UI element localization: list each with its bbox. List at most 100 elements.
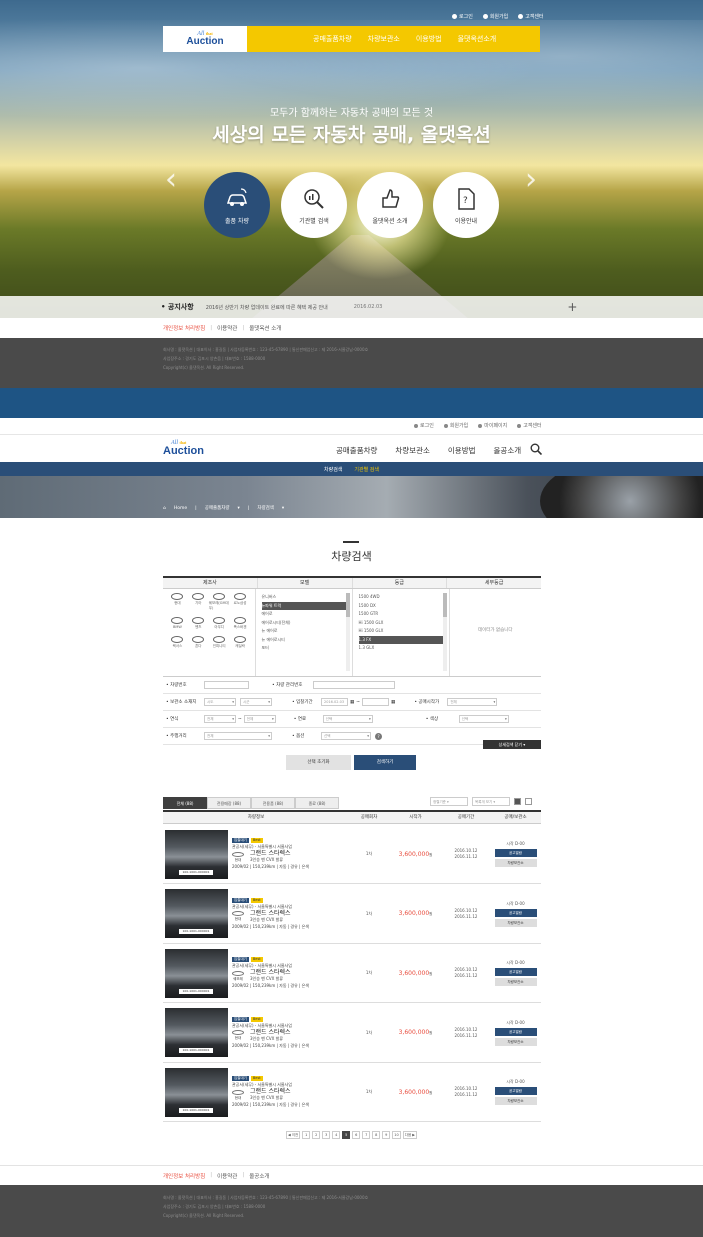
brand-item[interactable]: 아우디 <box>209 617 230 630</box>
brand-item[interactable]: 르노삼성 <box>230 593 251 611</box>
notice-link[interactable]: 2016년 상반기 차량 업데이트 완료에 따른 혜택 제공 안내 <box>206 304 328 311</box>
page-size-select[interactable]: 목록개 보기 ▾ <box>472 797 510 806</box>
page-number[interactable]: 5 <box>342 1131 351 1139</box>
model-option[interactable]: 에어로 <box>262 610 348 619</box>
calendar-icon[interactable]: ▦ <box>391 700 395 705</box>
notice-button[interactable]: 공고열람 <box>494 1087 537 1095</box>
menu-howto[interactable]: 이용방법 <box>448 445 476 456</box>
storage-sido-select[interactable]: 시도 <box>204 698 236 706</box>
storage-button[interactable]: 차량보관소 <box>494 1097 537 1105</box>
car-no-input[interactable] <box>204 681 249 689</box>
home-icon[interactable]: ⌂ <box>163 506 166 511</box>
help-icon[interactable]: ? <box>375 732 382 740</box>
privacy-link[interactable]: 개인정보 처리방침 <box>163 1172 205 1180</box>
breadcrumb-home[interactable]: Home <box>174 506 187 511</box>
grade-option[interactable]: Hi 1500 GLX <box>359 627 445 636</box>
chevron-down-icon[interactable]: ▾ <box>238 506 240 511</box>
menu-about[interactable]: 올댓옥션소개 <box>458 34 497 44</box>
grid-view-icon[interactable] <box>525 798 532 805</box>
year-from-select[interactable]: 전체 <box>204 715 236 723</box>
page-number[interactable]: 6 <box>352 1131 361 1139</box>
menu-howto[interactable]: 이용방법 <box>416 34 442 44</box>
storage-button[interactable]: 차량보관소 <box>494 1037 537 1046</box>
brand-item[interactable]: 렉서스 <box>167 636 188 649</box>
car-thumbnail[interactable]: 100-1001-000001 <box>165 829 228 879</box>
tab-all[interactable]: 전체 (88) <box>163 797 207 809</box>
start-price-select[interactable]: 전체 <box>447 698 498 706</box>
storage-button[interactable]: 차량보관소 <box>494 918 537 927</box>
tab-goods[interactable]: 전용품 (88) <box>251 797 295 809</box>
model-option[interactable]: 뉴 에어로시티 <box>262 636 348 645</box>
list-view-icon[interactable] <box>514 798 521 805</box>
period-start-input[interactable]: 2016.02.03 <box>321 698 348 706</box>
model-option[interactable]: 뉴파워 트럭 <box>261 601 348 610</box>
circle-entry-cars[interactable]: 출품 차량 <box>204 172 270 238</box>
terms-link[interactable]: 이용약관 <box>217 1172 237 1180</box>
fuel-select[interactable]: 선택 <box>322 715 373 723</box>
search-icon[interactable] <box>530 443 542 455</box>
notice-button[interactable]: 공고열람 <box>494 908 537 917</box>
sort-select[interactable]: 정렬기준 ▾ <box>430 797 468 806</box>
login-link[interactable]: 로그인 <box>452 13 473 20</box>
page-number[interactable]: 1 <box>302 1131 311 1139</box>
mgmt-no-input[interactable] <box>313 681 395 689</box>
car-model-link[interactable]: 그랜드 스타렉스 <box>250 910 291 917</box>
period-end-input[interactable] <box>362 698 390 706</box>
support-link[interactable]: 고객센터 <box>517 422 542 429</box>
logo[interactable]: All that Auction <box>163 440 204 457</box>
subnav-org-search[interactable]: 기관별 검색 <box>354 466 379 473</box>
about-link[interactable]: 올댓옥션 소개 <box>249 324 281 332</box>
page-number[interactable]: 7 <box>362 1131 371 1139</box>
model-option[interactable]: 포터 <box>262 644 348 653</box>
grade-option[interactable]: 1500 DX <box>359 602 445 611</box>
page-number[interactable]: 9 <box>382 1131 391 1139</box>
grade-option[interactable]: 1500 GTR <box>359 610 445 619</box>
terms-link[interactable]: 이용약관 <box>217 324 237 332</box>
prev-slide-arrow[interactable]: ‹ <box>160 160 182 200</box>
next-page-button[interactable]: 다음 ▶ <box>402 1131 417 1139</box>
logo[interactable]: All that Auction <box>163 26 247 52</box>
tab-exclusive[interactable]: 전용매장 (88) <box>207 797 251 809</box>
tab-closed[interactable]: 종료 (88) <box>295 797 339 809</box>
brand-item[interactable]: BMW <box>167 617 188 630</box>
page-number[interactable]: 4 <box>332 1131 341 1139</box>
circle-about[interactable]: 올댓옥션 소개 <box>357 172 423 238</box>
car-model-link[interactable]: 그랜드 스타렉스 <box>250 1029 291 1036</box>
breadcrumb-auction-cars[interactable]: 공매출품차량 <box>205 505 230 511</box>
grade-option[interactable]: 1.3 GLX <box>359 644 445 653</box>
reset-button[interactable]: 선택 초기화 <box>286 755 351 770</box>
storage-button[interactable]: 차량보관소 <box>494 859 537 867</box>
year-to-select[interactable]: 전체 <box>243 715 276 723</box>
scrollbar[interactable] <box>442 593 447 671</box>
notice-button[interactable]: 공고열람 <box>494 849 537 857</box>
storage-button[interactable]: 차량보관소 <box>494 978 537 986</box>
calendar-icon[interactable]: ▦ <box>350 700 354 705</box>
model-option[interactable]: 에어로시티(전체) <box>262 619 348 628</box>
option-select[interactable]: 선택 <box>321 732 371 740</box>
brand-item[interactable]: 혼다 <box>188 636 209 649</box>
page-number[interactable]: 10 <box>392 1131 401 1139</box>
brand-item[interactable]: 현대 <box>167 593 188 611</box>
notice-button[interactable]: 공고열람 <box>494 1027 537 1036</box>
support-link[interactable]: 고객센터 <box>518 13 544 20</box>
scrollbar[interactable] <box>345 593 350 671</box>
brand-item[interactable]: 기아 <box>188 593 209 611</box>
storage-sigun-select[interactable]: 시군 <box>240 698 272 706</box>
signup-link[interactable]: 회원가입 <box>482 13 508 20</box>
brand-item[interactable]: 폭스바겐 <box>230 617 251 630</box>
page-number[interactable]: 3 <box>322 1131 331 1139</box>
plus-icon[interactable]: + <box>567 300 577 314</box>
next-slide-arrow[interactable]: › <box>520 160 542 200</box>
mileage-select[interactable]: 전체 <box>204 732 272 740</box>
model-option[interactable]: 뉴 에어로 <box>262 627 348 636</box>
chevron-down-icon[interactable]: ▾ <box>282 506 284 511</box>
breadcrumb-car-search[interactable]: 차량검색 <box>257 505 274 511</box>
menu-about[interactable]: 올공소개 <box>494 445 522 456</box>
menu-storage[interactable]: 차량보관소 <box>395 445 430 456</box>
login-link[interactable]: 로그인 <box>414 422 434 429</box>
car-thumbnail[interactable]: 100-1001-000001 <box>165 948 228 998</box>
advanced-search-toggle[interactable]: 상세검색 닫기 ▾ <box>483 740 541 749</box>
grade-option[interactable]: 1.3 FX <box>358 635 445 644</box>
signup-link[interactable]: 회원가입 <box>443 422 468 429</box>
page-number[interactable]: 8 <box>372 1131 381 1139</box>
